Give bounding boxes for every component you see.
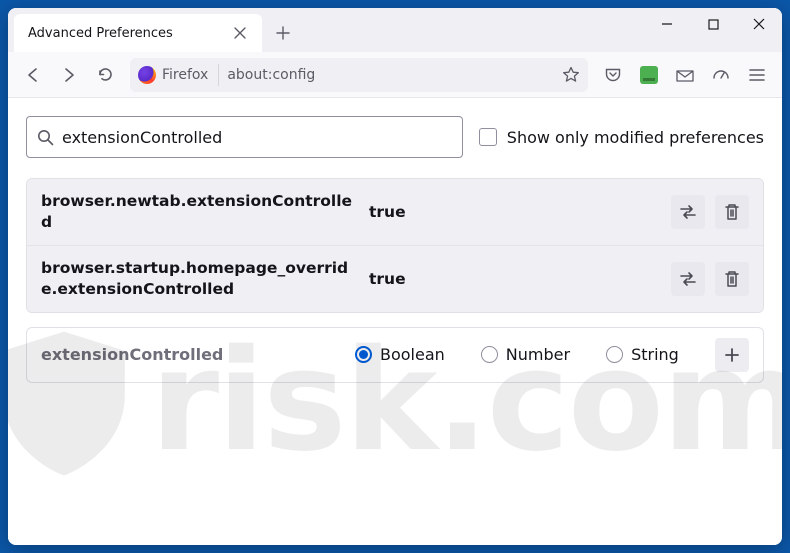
add-preference-row: extensionControlled Boolean Number Strin… [26, 327, 764, 383]
preference-name: browser.startup.homepage_override.extens… [41, 258, 357, 300]
toolbar-extensions [596, 58, 774, 92]
mail-icon[interactable] [668, 58, 702, 92]
bookmark-star-icon[interactable] [562, 66, 580, 84]
green-extension-icon [640, 66, 658, 84]
radio-label: Boolean [380, 345, 445, 364]
type-radio-group: Boolean Number String [355, 345, 703, 364]
about-config-content: Show only modified preferences browser.n… [8, 98, 782, 545]
preference-value: true [369, 203, 659, 221]
search-box[interactable] [26, 116, 463, 158]
radio-icon [355, 346, 372, 363]
preference-row: browser.startup.homepage_override.extens… [27, 246, 763, 312]
browser-tab[interactable]: Advanced Preferences [14, 14, 262, 52]
new-pref-name: extensionControlled [41, 345, 343, 364]
forward-button[interactable] [52, 58, 86, 92]
app-menu-button[interactable] [740, 58, 774, 92]
identity-label: Firefox [162, 67, 208, 83]
delete-button[interactable] [715, 262, 749, 296]
dashboard-icon[interactable] [704, 58, 738, 92]
maximize-button[interactable] [690, 8, 736, 40]
url-text: about:config [227, 67, 315, 83]
titlebar: Advanced Preferences [8, 8, 782, 52]
row-actions [671, 262, 749, 296]
toggle-button[interactable] [671, 262, 705, 296]
firefox-logo-icon [138, 66, 156, 84]
add-button[interactable] [715, 338, 749, 372]
search-input[interactable] [62, 128, 452, 147]
preference-value: true [369, 270, 659, 288]
radio-string[interactable]: String [606, 345, 679, 364]
navigation-toolbar: Firefox about:config [8, 52, 782, 98]
radio-number[interactable]: Number [481, 345, 570, 364]
url-bar[interactable]: Firefox about:config [130, 58, 588, 92]
delete-button[interactable] [715, 195, 749, 229]
browser-window: Advanced Preferences [8, 8, 782, 545]
back-button[interactable] [16, 58, 50, 92]
search-icon [37, 129, 54, 146]
tab-title: Advanced Preferences [28, 26, 220, 41]
identity-box[interactable]: Firefox [138, 64, 219, 86]
new-tab-button[interactable] [266, 16, 300, 50]
pocket-icon[interactable] [596, 58, 630, 92]
checkbox-icon [479, 128, 497, 146]
close-tab-icon[interactable] [228, 21, 252, 45]
radio-boolean[interactable]: Boolean [355, 345, 445, 364]
row-actions [671, 195, 749, 229]
show-modified-checkbox[interactable]: Show only modified preferences [479, 128, 764, 147]
radio-label: String [631, 345, 679, 364]
radio-icon [481, 346, 498, 363]
window-controls [644, 8, 782, 52]
show-modified-label: Show only modified preferences [507, 128, 764, 147]
radio-icon [606, 346, 623, 363]
preference-name: browser.newtab.extensionControlled [41, 191, 357, 233]
reload-button[interactable] [88, 58, 122, 92]
toggle-button[interactable] [671, 195, 705, 229]
minimize-button[interactable] [644, 8, 690, 40]
watermark: risk.com [8, 98, 782, 545]
close-window-button[interactable] [736, 8, 782, 40]
preferences-list: browser.newtab.extensionControlled true … [26, 178, 764, 313]
extension-icon[interactable] [632, 58, 666, 92]
radio-label: Number [506, 345, 570, 364]
search-row: Show only modified preferences [26, 116, 764, 158]
preference-row: browser.newtab.extensionControlled true [27, 179, 763, 246]
